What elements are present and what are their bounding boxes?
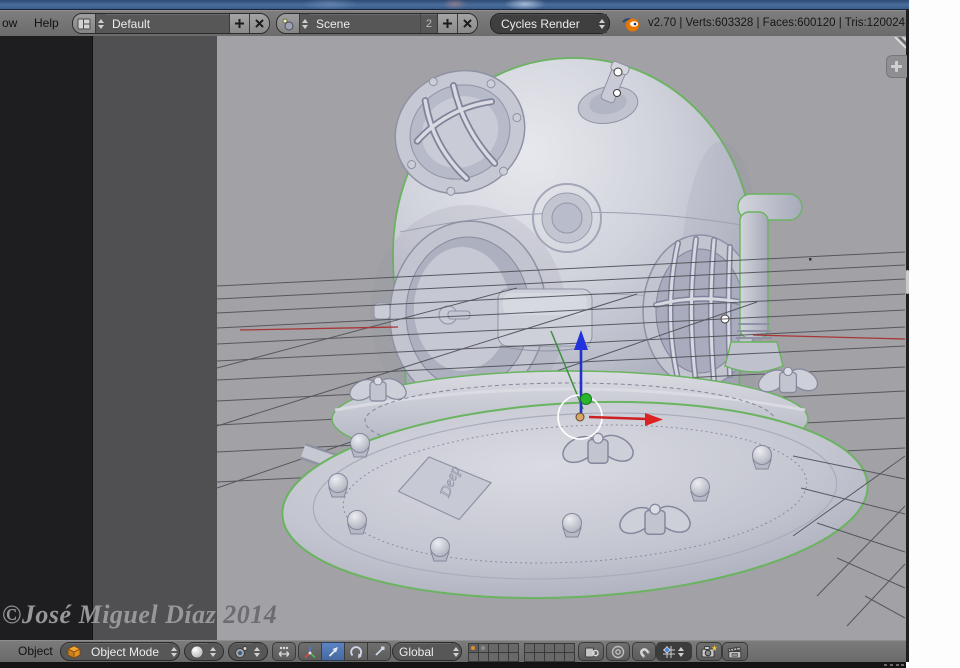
proportional-edit-icon: [611, 645, 625, 658]
pivot-point-icon: [229, 643, 252, 660]
rotate-icon: [350, 645, 363, 658]
transform-orientation-selector[interactable]: Global: [392, 642, 462, 661]
dome-bolt: [562, 513, 582, 538]
translate-manipulator-toggle[interactable]: [321, 642, 344, 661]
opengl-render-icon: [701, 645, 717, 658]
shading-spin-arrows[interactable]: [208, 643, 218, 660]
manipulate-centers-icon: [278, 646, 290, 657]
scale-icon: [375, 646, 385, 656]
mode-spin-arrows[interactable]: [169, 643, 179, 660]
opengl-render-button[interactable]: [696, 642, 722, 661]
layer-1-active[interactable]: [469, 644, 478, 652]
dome-bolt: [430, 537, 450, 562]
layout-name-field[interactable]: Default: [106, 14, 229, 33]
layout-add-button[interactable]: [229, 14, 249, 33]
mode-label: Object Mode: [91, 644, 160, 659]
area-resize-corner[interactable]: [889, 37, 906, 52]
orientation-spin-arrows[interactable]: [451, 643, 461, 660]
info-header: ow Help Default Scene 2 Cycles Render v2…: [0, 10, 906, 37]
menu-help[interactable]: Help: [34, 16, 59, 30]
gizmo-y-axis[interactable]: [580, 393, 592, 405]
scene-spin-arrows[interactable]: [300, 14, 310, 33]
speck-dot: [809, 258, 812, 261]
viewport-shading-selector[interactable]: [184, 642, 224, 661]
viewport-3d[interactable]: Deep: [216, 36, 906, 641]
screen-layout-selector[interactable]: Default: [72, 13, 270, 34]
orientation-label: Global: [399, 644, 434, 659]
rotate-manipulator-toggle[interactable]: [344, 642, 367, 661]
vertex-dot-2: [613, 89, 621, 97]
lock-icon: [584, 647, 599, 657]
dome-bolt: [328, 473, 348, 498]
snap-magnet-icon: [640, 647, 651, 658]
lock-to-scene-toggle[interactable]: [578, 642, 604, 661]
scale-manipulator-toggle[interactable]: [367, 642, 391, 661]
render-engine-label: Cycles Render: [501, 16, 580, 31]
object-origin-dot: [575, 412, 585, 422]
open-properties-region-tab[interactable]: [886, 55, 907, 78]
render-engine-selector[interactable]: Cycles Render: [490, 13, 610, 34]
pivot-spin-arrows[interactable]: [252, 643, 262, 660]
viewport-canvas[interactable]: Deep: [216, 36, 906, 641]
menu-object[interactable]: Object: [18, 644, 53, 658]
os-titlebar: [0, 0, 909, 10]
left-shaded-panel: [92, 36, 218, 640]
scene-selector[interactable]: Scene 2: [276, 13, 478, 34]
scene-icon[interactable]: [277, 14, 300, 33]
opengl-render-animation-button[interactable]: [722, 642, 748, 661]
helmet-base[interactable]: Deep: [277, 363, 872, 613]
snap-element-selector[interactable]: [656, 642, 692, 661]
snap-spin-arrows[interactable]: [676, 643, 686, 660]
scene-stats: v2.70 | Verts:603328 | Faces:600120 | Tr…: [648, 17, 906, 29]
layer-block-2[interactable]: [524, 643, 575, 662]
dome-bolt: [350, 433, 370, 458]
blender-logo: [622, 18, 639, 32]
layout-spin-arrows[interactable]: [96, 14, 106, 33]
snap-increment-icon: [663, 645, 675, 658]
right-blank-area: [909, 0, 960, 668]
scene-users-count[interactable]: 2: [419, 14, 437, 33]
shading-sphere-icon: [185, 643, 208, 660]
proportional-edit-toggle[interactable]: [606, 642, 630, 661]
layers-widget: [468, 643, 575, 662]
divider-handle[interactable]: [906, 270, 909, 294]
helmet-center-boss: [532, 183, 602, 253]
manipulate-centers-toggle[interactable]: [272, 642, 296, 661]
scene-name-field[interactable]: Scene: [310, 14, 420, 33]
area-divider[interactable]: [906, 10, 909, 662]
manipulator-axes-icon: [304, 646, 316, 658]
mode-selector[interactable]: Object Mode: [60, 642, 180, 661]
snap-toggle[interactable]: [632, 642, 656, 661]
menu-window-partial[interactable]: ow: [2, 16, 17, 30]
opengl-render-animation-icon: [727, 645, 742, 658]
scene-add-button[interactable]: [437, 14, 457, 33]
layer-block-1[interactable]: [468, 643, 519, 662]
layout-delete-button[interactable]: [249, 14, 269, 33]
pivot-point-selector[interactable]: [228, 642, 268, 661]
window-bottom-edge: [0, 662, 906, 668]
viewport-header-toolbar: Object Object Mode Global: [0, 640, 906, 663]
manipulator-group: [298, 642, 391, 661]
scene-delete-button[interactable]: [457, 14, 477, 33]
blender-window: { "header": { "menu_window_partial": "ow…: [0, 0, 960, 668]
dome-bolt: [752, 445, 772, 470]
translate-icon: [328, 646, 338, 657]
vertex-dot-1: [613, 67, 623, 77]
layer-2[interactable]: [479, 644, 488, 652]
engine-spin-arrows[interactable]: [597, 14, 607, 33]
dome-bolt: [690, 477, 710, 502]
screen-layout-icon[interactable]: [73, 14, 96, 33]
left-dark-panel: [0, 36, 92, 640]
dome-bolt: [347, 510, 367, 535]
cube-icon: [61, 643, 85, 660]
manipulator-toggle[interactable]: [298, 642, 321, 661]
